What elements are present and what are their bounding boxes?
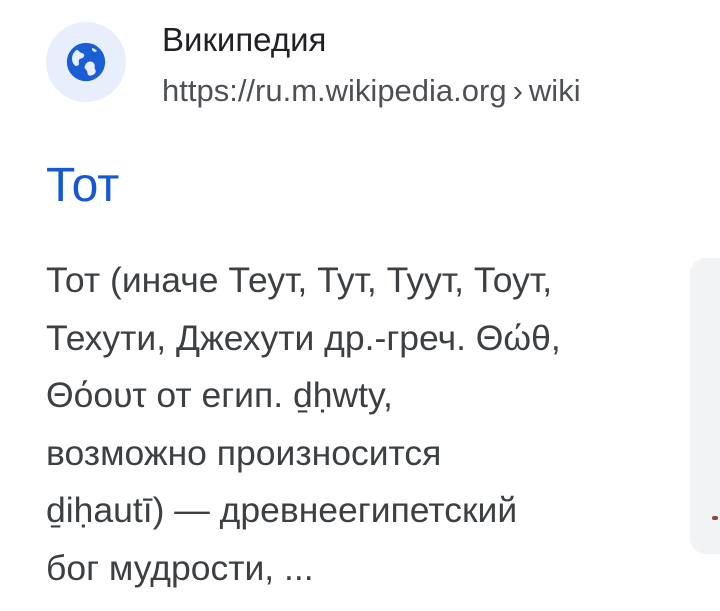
breadcrumb-separator: ›	[512, 73, 523, 108]
url-domain: https://ru.m.wikipedia.org	[162, 73, 507, 108]
url-path: wiki	[528, 73, 581, 108]
snippet-line: возможно произносится	[46, 432, 442, 473]
thumbnail-image-fragment	[712, 516, 718, 520]
search-result-page: Википедия https://ru.m.wikipedia.org › wik…	[0, 0, 720, 611]
site-url: https://ru.m.wikipedia.org › wiki	[162, 72, 581, 110]
snippet-line: Техути, Джехути др.-греч. Θώθ,	[46, 317, 561, 358]
result-source[interactable]: Википедия https://ru.m.wikipedia.org › wik…	[46, 20, 581, 110]
snippet-line: бог мудрости, ...	[46, 547, 314, 588]
site-favicon	[46, 22, 126, 102]
result-title-link[interactable]: Тот	[46, 158, 119, 214]
result-snippet: Тот (иначе Теут, Тут, Туут, Тоут, Техути…	[46, 252, 656, 597]
snippet-line: ḏiḥautī) — древнеегипетский	[46, 490, 518, 530]
snippet-line: Θόουτ от егип. ḏḥwty,	[46, 375, 393, 415]
site-name: Википедия	[162, 21, 327, 58]
snippet-line: Тот (иначе Теут, Тут, Туут, Тоут,	[46, 260, 553, 300]
result-thumbnail[interactable]	[690, 258, 720, 554]
source-text: Википедия https://ru.m.wikipedia.org › wik…	[162, 20, 581, 110]
globe-icon	[66, 42, 106, 82]
